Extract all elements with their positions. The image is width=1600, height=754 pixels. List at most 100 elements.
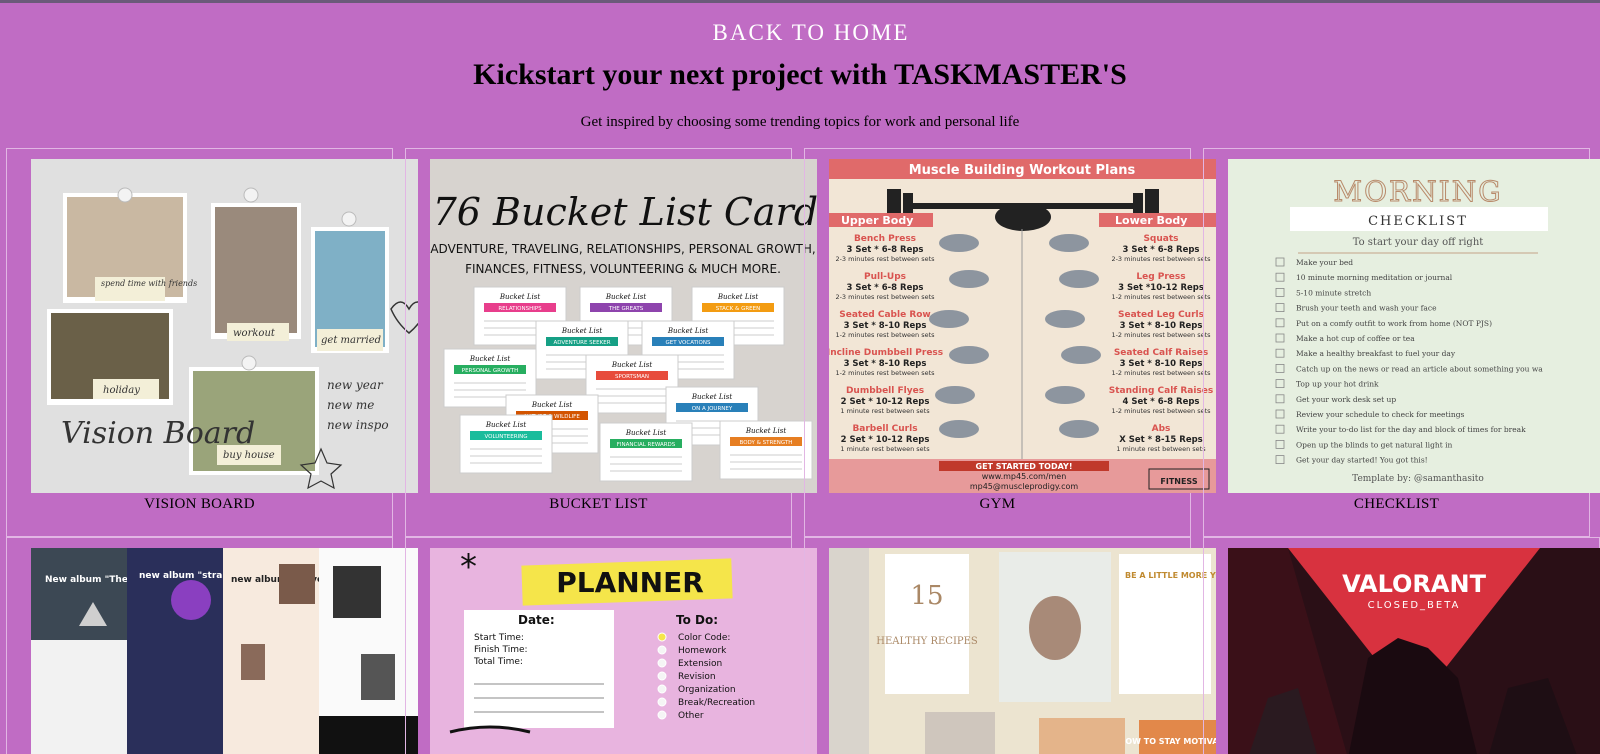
- bucket-card-heading: Bucket List: [605, 293, 646, 301]
- checklist-item-text: Make your bed: [1296, 258, 1353, 267]
- svg-text:*: *: [460, 548, 477, 587]
- page-subtitle: Get inspired by choosing some trending t…: [580, 114, 1020, 130]
- gym-web: www.mp45.com/men: [982, 472, 1067, 481]
- bucket-card-heading: Bucket List: [745, 427, 786, 435]
- planner-color-label: Extension: [678, 659, 722, 669]
- gym-exercise-name: Bench Press: [854, 234, 916, 244]
- planner-title: PLANNER: [556, 566, 704, 599]
- topic-card-gym[interactable]: Muscle Building Workout Plans Upper Body…: [804, 148, 1216, 537]
- checklist-image: MORNING CHECKLIST To start your day off …: [1228, 159, 1600, 493]
- bucket-card-tag: THE GREATS: [608, 306, 644, 312]
- checklist-item-text: Get your day started! You got this!: [1296, 456, 1428, 465]
- gym-exercise-rest: 1 minute rest between sets: [840, 407, 930, 415]
- gym-figure: [1045, 310, 1085, 328]
- checklist-item-text: Make a healthy breakfast to fuel your da…: [1296, 349, 1456, 358]
- gym-title: Muscle Building Workout Plans: [909, 163, 1136, 178]
- bucket-card-heading: Bucket List: [667, 327, 708, 335]
- planner-color-label: Break/Recreation: [678, 698, 755, 708]
- checklist-item-text: Open up the blinds to get natural light …: [1296, 440, 1453, 449]
- topic-card-websites[interactable]: New album "The Fire Eaters" new album "s…: [6, 537, 418, 754]
- vision-note-2: workout: [233, 328, 276, 339]
- bucket-card-heading: Bucket List: [561, 327, 602, 335]
- bucket-card-tag: GET VOCATIONS: [666, 340, 711, 346]
- planner-color-label: Other: [678, 711, 704, 721]
- gym-exercise-sets: 2 Set * 10-12 Reps: [841, 397, 930, 407]
- planner-color-dot: [657, 684, 667, 694]
- gym-exercise-sets: 3 Set *10-12 Reps: [1118, 283, 1204, 293]
- gym-exercise-sets: 2 Set * 10-12 Reps: [841, 435, 930, 445]
- gym-figure: [935, 386, 975, 404]
- gym-exercise-rest: 2-3 minutes rest between sets: [835, 255, 935, 263]
- card-label-bucket-list: BUCKET LIST: [549, 496, 648, 512]
- gym-exercise-rest: 1-2 minutes rest between sets: [1111, 369, 1211, 377]
- gym-figure: [949, 270, 989, 288]
- vision-board-caption: Vision Board: [61, 416, 255, 451]
- checklist-item-text: Top up your hot drink: [1296, 380, 1379, 389]
- bucket-card-heading: Bucket List: [531, 401, 572, 409]
- gym-exercise-rest: 2-3 minutes rest between sets: [835, 293, 935, 301]
- bucket-card-tag: ON A JOURNEY: [692, 406, 733, 412]
- checklist-item-text: Review your schedule to check for meetin…: [1296, 410, 1464, 419]
- gym-exercise-name: Barbell Curls: [852, 424, 917, 434]
- gym-exercise-rest: 2-3 minutes rest between sets: [1111, 255, 1211, 263]
- top-border: [0, 0, 1600, 3]
- gym-exercise-name: Seated Calf Raises: [1114, 348, 1208, 358]
- gym-email: mp45@muscleprodigy.com: [970, 482, 1079, 491]
- gym-exercise-sets: 3 Set * 8-10 Reps: [1120, 359, 1203, 369]
- topic-card-pinterest[interactable]: 15 HEALTHY RECIPES BE A LITTLE MORE YOU,…: [804, 537, 1216, 754]
- vision-script-3: new inspo: [327, 418, 389, 432]
- bucket-card-heading: Bucket List: [691, 393, 732, 401]
- bucket-card-heading: Bucket List: [625, 429, 666, 437]
- checklist-item-text: Brush your teeth and wash your face: [1296, 304, 1437, 313]
- gym-image: Muscle Building Workout Plans Upper Body…: [829, 159, 1216, 493]
- vision-note-1: spend time with friends: [101, 279, 197, 288]
- card-label-checklist: CHECKLIST: [1353, 496, 1440, 512]
- checklist-item-text: Catch up on the news or read an article …: [1296, 364, 1543, 373]
- planner-color-label: Homework: [678, 646, 727, 656]
- gym-exercise-name: Seated Leg Curls: [1118, 310, 1204, 320]
- bucket-list-image: 276 Bucket List Cards ADVENTURE, TRAVELI…: [430, 159, 817, 493]
- gym-exercise-name: Standing Calf Raises: [1109, 386, 1214, 396]
- checklist-title: MORNING: [1333, 175, 1502, 208]
- checklist-intro: To start your day off right: [1353, 237, 1484, 248]
- planner-color-dot: [657, 697, 667, 707]
- bucket-card-tag: PERSONAL GROWTH: [462, 368, 518, 374]
- gym-exercise-sets: 3 Set * 6-8 Reps: [1123, 245, 1200, 255]
- back-to-home-link[interactable]: BACK TO HOME: [0, 20, 1600, 46]
- bucket-card-tag: STACK & GREEN: [716, 306, 760, 312]
- gym-figure: [1059, 270, 1099, 288]
- gym-lower: Lower Body: [1115, 214, 1187, 227]
- bucket-card-tag: SPORTSMAN: [615, 374, 649, 380]
- topic-card-planner[interactable]: PLANNER * Date: Start Time: Finish Time:…: [405, 537, 817, 754]
- gym-exercise-rest: 1-2 minutes rest between sets: [1111, 331, 1211, 339]
- checklist-item-text: Put on a comfy outfit to work from home …: [1296, 319, 1492, 328]
- gym-exercise-name: Abs: [1152, 424, 1171, 434]
- planner-image: PLANNER * Date: Start Time: Finish Time:…: [430, 548, 817, 754]
- gym-figure: [939, 234, 979, 252]
- planner-color-dot: [657, 658, 667, 668]
- gym-exercise-name: Dumbbell Flyes: [846, 386, 924, 396]
- vision-script-2: new me: [327, 398, 374, 412]
- bucket-card-heading: Bucket List: [469, 355, 510, 363]
- gym-exercise-sets: 3 Set * 6-8 Reps: [847, 283, 924, 293]
- gym-figure: [1049, 234, 1089, 252]
- checklist-footer: Template by: @samanthasito: [1352, 474, 1484, 484]
- bucket-card-heading: Bucket List: [499, 293, 540, 301]
- bucket-subtitle-2: FINANCES, FITNESS, VOLUNTEERING & MUCH M…: [465, 262, 781, 276]
- topic-card-checklist[interactable]: MORNING CHECKLIST To start your day off …: [1203, 148, 1600, 537]
- vision-script-1: new year: [327, 378, 384, 392]
- topic-card-bucket-list[interactable]: 276 Bucket List Cards ADVENTURE, TRAVELI…: [405, 148, 817, 537]
- bucket-card-tag: ADVENTURE SEEKER: [553, 340, 610, 346]
- topic-card-vision-board[interactable]: spend time with friends workout get marr…: [6, 148, 418, 537]
- topic-card-valorant[interactable]: VALORANT CLOSED_BETA: [1203, 537, 1600, 754]
- planner-color-dot: [657, 710, 667, 720]
- planner-todo: To Do:: [676, 613, 718, 627]
- checklist-item-text: 10 minute morning meditation or journal: [1296, 273, 1453, 282]
- gym-exercise-rest: 1-2 minutes rest between sets: [835, 331, 935, 339]
- planner-color-dot: [657, 645, 667, 655]
- planner-color-dot: [657, 671, 667, 681]
- bucket-card-tag: BODY & STRENGTH: [740, 440, 793, 446]
- gym-figure: [1061, 346, 1101, 364]
- card-label-gym: GYM: [979, 496, 1016, 512]
- gym-cta: GET STARTED TODAY!: [976, 462, 1073, 471]
